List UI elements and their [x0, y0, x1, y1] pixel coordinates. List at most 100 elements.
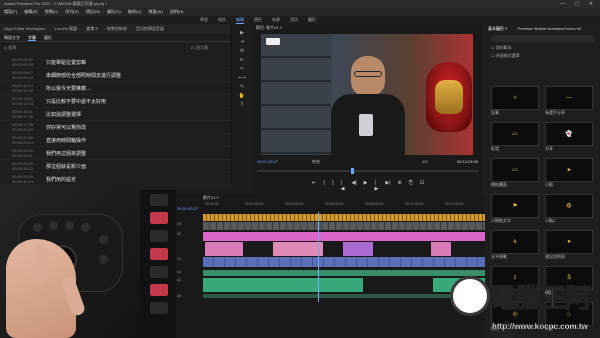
menu-file[interactable]: 檔案(F)	[4, 9, 17, 14]
caption-row[interactable]: 00:00:06:07 00:00:09:20 來細節部份全部照時間去進行調整	[0, 69, 232, 82]
caption-row[interactable]: 00:00:17:28 00:00:20:03 你好常可以幫你改	[0, 121, 232, 134]
type-tool-icon[interactable]: T	[240, 102, 243, 108]
track-v2[interactable]	[203, 232, 485, 241]
caption-text[interactable]: 來細節部份全部照時間去進行調整	[46, 72, 121, 79]
track-v3[interactable]	[203, 222, 485, 230]
template-item[interactable]: ▭ 紅燈	[491, 122, 539, 152]
insert-icon[interactable]: ⊕	[398, 180, 402, 188]
template-item[interactable]: ▭ 總結畫面	[491, 158, 539, 188]
track-header-v2[interactable]: V2	[175, 232, 203, 236]
menu-graphics[interactable]: 圖形(G)	[107, 9, 121, 14]
graphic-clip[interactable]	[343, 242, 373, 256]
mark-in-icon[interactable]: {	[323, 180, 325, 188]
workspace-assembly[interactable]: 組合	[218, 16, 226, 24]
caption-row[interactable]: 00:00:13:01 00:00:14:15 只是比較不要中處不太好用	[0, 95, 232, 108]
tab-effect-controls[interactable]: 效果控制項	[107, 26, 127, 31]
subtab-captions[interactable]: 字幕	[28, 33, 36, 41]
step-back-icon[interactable]: ◀|	[351, 180, 356, 188]
program-video-frame[interactable]	[261, 34, 473, 155]
marker-strip[interactable]	[203, 214, 485, 221]
fit-dropdown[interactable]: 符合	[312, 158, 320, 166]
playhead-timecode[interactable]: 00:01:09:27	[257, 158, 278, 166]
hand-tool-icon[interactable]: ✋	[239, 93, 245, 99]
rate-stretch-tool-icon[interactable]: ⊳	[240, 57, 244, 63]
caption-clips[interactable]	[203, 222, 485, 230]
template-item[interactable]: 👻 分享	[545, 122, 593, 152]
template-item[interactable]: — 有選手分享	[545, 86, 593, 116]
track-a3[interactable]	[203, 294, 485, 298]
template-item[interactable]: ✈ 水平移動	[491, 230, 539, 260]
option-my-templates[interactable]: ☐ 我的範本	[485, 44, 600, 52]
menu-clip[interactable]: 剪輯(C)	[45, 9, 59, 14]
menu-window[interactable]: 視窗(W)	[148, 9, 162, 14]
caption-text[interactable]: 我們用這個來調整	[46, 150, 86, 157]
track-v1[interactable]	[203, 257, 485, 267]
tab-text[interactable]: 文字 ≡	[86, 26, 97, 31]
window-controls[interactable]: — ▢ ✕	[560, 0, 597, 8]
graphics-clip[interactable]	[203, 232, 485, 241]
menu-help[interactable]: 說明(H)	[170, 9, 184, 14]
tab-animated-icons[interactable]: Premium Builder Animated Icons Kit	[517, 24, 581, 33]
track-header-a2[interactable]: A2	[175, 278, 203, 282]
track-v2-sub[interactable]	[203, 242, 485, 256]
caption-row[interactable]: 00:00:10:12 00:00:12:18 所以我今天要推薦…	[0, 82, 232, 95]
caption-text[interactable]: 比如說調整選擇	[46, 111, 81, 118]
subtab-transcript[interactable]: 轉錄文字	[4, 33, 20, 41]
timeline-timecode[interactable]: 00:01:09:27	[177, 206, 198, 211]
track-header-a1[interactable]: A1	[175, 270, 203, 274]
razor-tool-icon[interactable]: ✂	[240, 66, 244, 72]
timeline-tab[interactable]: 影片01 ≡	[175, 194, 485, 202]
caption-text[interactable]: 只能單點位置剪輯	[46, 59, 86, 66]
resolution-dropdown[interactable]: 1/2	[422, 158, 428, 166]
minimize-icon[interactable]: —	[560, 1, 569, 7]
track-header-a3[interactable]: A3	[175, 294, 203, 298]
monitor-scrubber[interactable]	[257, 168, 478, 174]
caption-text[interactable]: 我們用的設定	[46, 176, 76, 183]
template-item[interactable]: ● 標記說明頁	[545, 230, 593, 260]
track-header-v1[interactable]: V1	[175, 257, 203, 261]
caption-row[interactable]: 00:00:24:01 00:00:26:11 我們用這個來調整	[0, 147, 232, 160]
option-formats[interactable]: ☐ 多個格式選單	[485, 52, 600, 60]
pen-tool-icon[interactable]: ✎	[240, 84, 244, 90]
workspace-learn[interactable]: 學習	[200, 16, 208, 24]
track-select-tool-icon[interactable]: ⇥	[240, 39, 244, 45]
menu-edit[interactable]: 編輯(E)	[24, 9, 37, 14]
tab-lumetri-scopes[interactable]: Lumetri 範圍	[55, 26, 77, 31]
workspace-effects[interactable]: 效果	[272, 16, 280, 24]
slip-tool-icon[interactable]: ⟷	[238, 75, 245, 81]
go-to-out-icon[interactable]: ▶|	[385, 180, 390, 188]
tab-align-editor[interactable]: Align Editor Workspace	[4, 26, 46, 31]
menu-marker[interactable]: 標記(M)	[86, 9, 100, 14]
menu-sequence[interactable]: 序列(S)	[65, 9, 78, 14]
caption-text[interactable]: 那這個就是新介面	[46, 163, 86, 170]
go-to-in-icon[interactable]: |◀	[341, 180, 345, 192]
template-item[interactable]: ➤ 小點	[545, 158, 593, 188]
graphic-clip[interactable]	[273, 242, 323, 256]
graphics-search-input[interactable]	[491, 35, 594, 42]
caption-text[interactable]: 你好常可以幫你改	[46, 124, 86, 131]
caption-row[interactable]: 00:00:21:00 00:00:23:14 直接用時間軸操作	[0, 134, 232, 147]
workspace-editing[interactable]: 編輯	[236, 16, 244, 24]
workspace-color[interactable]: 顏色	[254, 16, 262, 24]
audio-clip[interactable]	[203, 278, 363, 292]
template-item[interactable]: ❂ 小點2	[545, 194, 593, 224]
caption-text[interactable]: 直接用時間軸操作	[46, 137, 86, 144]
caption-text[interactable]: 所以我今天要推薦…	[46, 85, 91, 92]
tab-audio-mixer[interactable]: 音訊剪輯混音器	[136, 26, 164, 31]
subtab-graphics[interactable]: 圖形	[44, 33, 52, 41]
caption-text[interactable]: 只是比較不要中處不太好用	[46, 98, 106, 105]
template-item[interactable]: ✧ 記事	[491, 86, 539, 116]
close-icon[interactable]: ✕	[589, 1, 597, 7]
track-header-v3[interactable]: V3	[175, 222, 203, 226]
caption-row[interactable]: 00:00:15:11 00:00:17:06 比如說調整選擇	[0, 108, 232, 121]
track-a1[interactable]	[203, 270, 485, 276]
monitor-playhead[interactable]	[351, 168, 354, 174]
template-item[interactable]: ⚑ 小總結文字	[491, 194, 539, 224]
captions-search[interactable]: Q 搜尋	[4, 45, 16, 50]
caption-row[interactable]: 00:00:04:02 00:00:05:28 只能單點位置剪輯	[0, 56, 232, 69]
graphic-clip[interactable]	[431, 242, 451, 256]
mark-out-icon[interactable]: }	[332, 180, 334, 188]
maximize-icon[interactable]: ▢	[575, 1, 584, 7]
tab-essential-graphics[interactable]: 基本圖形 ≡	[488, 24, 507, 33]
selection-tool-icon[interactable]: ▶	[240, 30, 244, 36]
